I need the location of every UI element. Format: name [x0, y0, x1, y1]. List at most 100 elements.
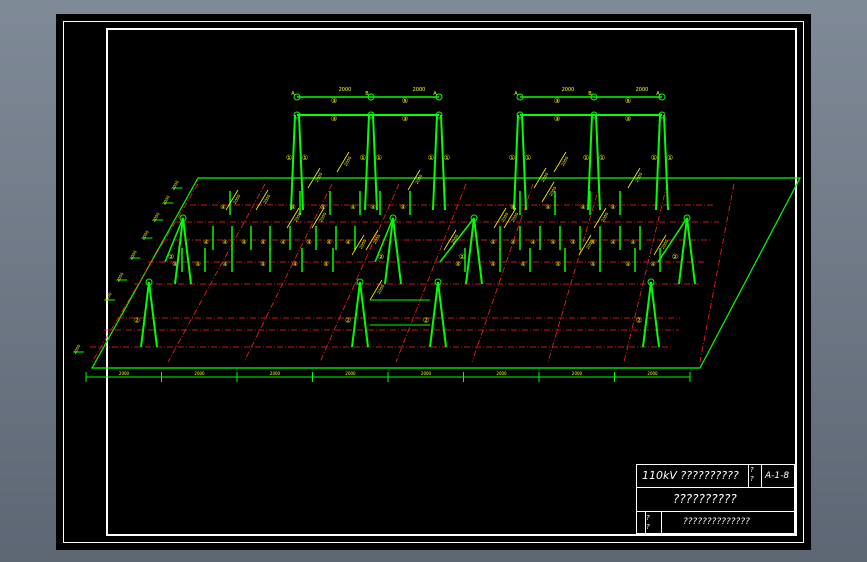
side-dimension-label: 2000	[115, 271, 125, 283]
tower-leg	[148, 281, 158, 348]
member-mark: ④	[455, 261, 460, 268]
member-mark: ④	[520, 261, 525, 268]
beam-label: B	[365, 91, 369, 97]
beam-dimension: 2000	[413, 87, 426, 93]
dimension-label: 2000	[194, 371, 205, 376]
annotation-label: 2000	[262, 193, 272, 205]
member-mark: ④	[510, 239, 515, 246]
tower-leg	[392, 217, 402, 285]
annotation-label: 2000	[358, 238, 368, 250]
member-mark: ④	[220, 204, 225, 211]
member-mark: ①	[286, 154, 292, 162]
member-mark: ④	[172, 261, 177, 268]
gantry-leg	[432, 114, 438, 211]
tower-leg	[686, 217, 696, 285]
member-mark: ④	[570, 239, 575, 246]
side-dimension-label: 2000	[103, 291, 113, 303]
side-dimension-label: 2000	[128, 249, 138, 261]
member-mark: ①	[509, 154, 515, 162]
annotation-label: 2000	[343, 155, 353, 167]
gantry-leg	[290, 114, 296, 211]
member-mark: ③	[331, 97, 337, 105]
side-dimension-label: 2000	[151, 211, 161, 223]
beam-dimension: 2000	[562, 87, 575, 93]
beam-label: A	[656, 91, 660, 97]
tower-leg	[650, 281, 660, 348]
annotation-label: 2000	[293, 211, 303, 223]
tower-leg	[473, 217, 483, 285]
member-mark: ①	[583, 154, 589, 162]
tower-leg	[437, 281, 447, 348]
member-mark: ③	[625, 115, 631, 123]
member-mark: ④	[530, 239, 535, 246]
annotation-label: 2000	[600, 211, 610, 223]
member-mark: ③	[554, 97, 560, 105]
member-mark: ④	[350, 204, 355, 211]
member-mark: ①	[376, 154, 382, 162]
dimension-label: 2000	[496, 371, 507, 376]
gantry-leg	[655, 114, 661, 211]
side-dimension-label: 2000	[72, 343, 82, 355]
member-mark: ①	[444, 154, 450, 162]
member-mark: ⑤	[625, 97, 631, 105]
member-mark: ⑤	[402, 97, 408, 105]
member-mark: ①	[651, 154, 657, 162]
member-mark: ④	[625, 261, 630, 268]
member-mark: ④	[400, 204, 405, 211]
axis-col-2	[243, 183, 333, 363]
member-mark: ④	[650, 261, 655, 268]
side-dimension-label: 2000	[140, 229, 150, 241]
member-mark: ④	[630, 239, 635, 246]
member-mark: ③	[554, 115, 560, 123]
code-mark: ? ?	[750, 466, 754, 483]
annotation-label: 2000	[510, 211, 520, 223]
side-dimension-label: 2000	[170, 179, 180, 191]
member-mark: ①	[302, 154, 308, 162]
gantry-leg	[513, 114, 519, 211]
member-mark: ④	[345, 239, 350, 246]
tower-leg	[182, 217, 192, 285]
drawing-number: A-1-8	[765, 471, 790, 481]
member-mark: ④	[260, 261, 265, 268]
member-mark: ②	[459, 253, 465, 261]
title-block: 110kV ?????????? ? ? A-1-8 ?????????? ? …	[636, 464, 795, 534]
dimension-label: 2000	[647, 371, 658, 376]
member-mark: ④	[490, 239, 495, 246]
annotation-label: 2000	[540, 171, 550, 183]
beam-dimension: 2000	[636, 87, 649, 93]
member-mark: ④	[280, 239, 285, 246]
member-mark: ④	[203, 239, 208, 246]
member-mark: ③	[331, 115, 337, 123]
tower-leg	[429, 281, 439, 348]
dimension-label: 2000	[270, 371, 281, 376]
member-mark: ③	[402, 115, 408, 123]
annotation-label: 2000	[560, 155, 570, 167]
member-mark: ①	[428, 154, 434, 162]
annotation-label: 2000	[548, 185, 558, 197]
annotation-label: 2000	[376, 283, 386, 295]
member-mark: ②	[134, 317, 140, 325]
member-mark: ④	[222, 261, 227, 268]
gantry-leg	[440, 114, 446, 211]
side-dimension-label: 2000	[161, 194, 171, 206]
member-mark: ④	[260, 239, 265, 246]
member-mark: ④	[490, 261, 495, 268]
member-mark: ④	[590, 261, 595, 268]
member-mark: ④	[292, 261, 297, 268]
gantry-leg	[663, 114, 669, 211]
member-mark: ④	[323, 261, 328, 268]
member-mark: ②	[423, 317, 429, 325]
dimension-label: 2000	[119, 371, 130, 376]
member-mark: ④	[610, 204, 615, 211]
member-mark: ②	[672, 253, 678, 261]
annotation-label: 2000	[634, 171, 644, 183]
dimension-label: 2000	[421, 371, 432, 376]
axis-col-7	[623, 183, 668, 363]
beam-dimension: 2000	[339, 87, 352, 93]
project-name: 110kV ??????????	[642, 469, 739, 482]
annotation-label: 2000	[414, 173, 424, 185]
tower-leg	[359, 281, 369, 348]
member-mark: ④	[306, 239, 311, 246]
drawing-title: ??????????	[673, 492, 737, 506]
member-mark: ①	[525, 154, 531, 162]
